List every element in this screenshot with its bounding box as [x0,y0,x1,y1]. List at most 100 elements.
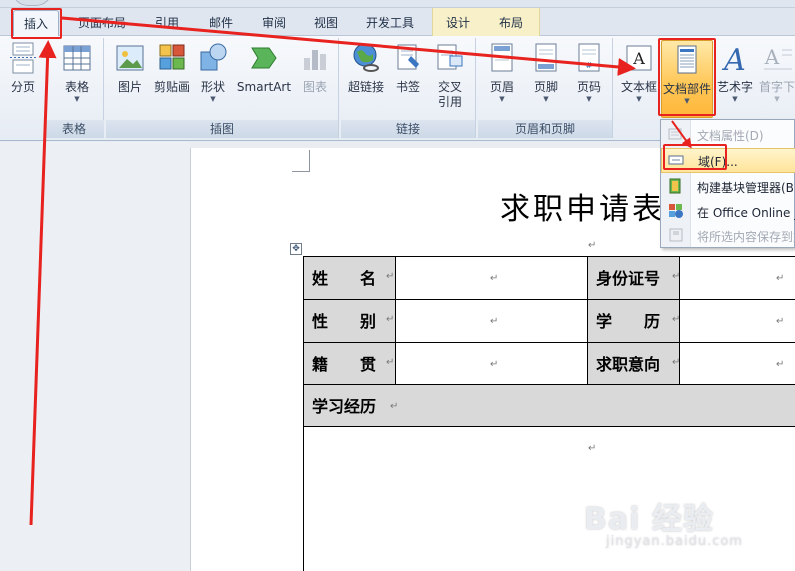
paragraph-mark: ↵ [588,240,597,251]
illustrations-group-label: 插图 [106,120,338,138]
tab-page-layout[interactable]: 页面布局 [70,13,134,33]
watermark-logo: Bai 经验 [584,502,714,537]
header-footer-group: 页眉 ▼ 页脚 ▼ # 页码 ▼ 页眉和页脚 [478,38,613,138]
table-cell-id-value[interactable]: ↵ [680,257,795,300]
header-label: 页眉 [489,80,514,94]
table-cell-origin-value[interactable]: ↵ [396,343,588,385]
page-break-label: 分页 [10,80,35,94]
cross-reference-label-line2: 引用 [437,95,462,109]
cross-reference-label-line1: 交叉 [437,80,462,94]
shapes-label: 形状 [200,80,225,94]
page-break-button[interactable]: 分页 [4,42,42,118]
header-footer-group-label: 页眉和页脚 [478,120,612,138]
wordart-dropdown-arrow[interactable]: ▼ [715,95,755,104]
table-cell-gender-value[interactable]: ↵ [396,300,588,343]
page-number-icon: # [574,42,604,74]
menu-item-label: 在 Office Online _ [697,206,795,220]
table-button[interactable]: 表格 ▼ [56,42,98,118]
table-label: 表格 [64,80,89,94]
shapes-icon [198,42,228,74]
drop-cap-label: 首字下 [758,80,795,94]
header-icon [487,42,517,74]
cross-reference-button[interactable]: 交叉 引用 [429,42,471,118]
watermark-url: jingyan.baidu.com [606,534,743,549]
save-selection-icon [668,227,684,243]
text-box-dropdown-arrow[interactable]: ▼ [618,95,660,104]
page-break-icon [8,42,38,74]
document-property-icon [668,126,684,142]
clip-art-label: 剪贴画 [153,80,190,94]
table-cell-job-value[interactable]: ↵ [680,343,795,385]
svg-text:A: A [764,45,780,69]
svg-text:#: # [586,61,593,70]
menu-item-label: 构建基块管理器(B) [697,181,795,195]
chart-icon [300,42,330,74]
id-number-label: 身份证号 [596,269,661,288]
office-button[interactable] [12,0,52,6]
ribbon-tabs: 插入 页面布局 引用 邮件 审阅 视图 开发工具 设计 布局 [0,8,795,36]
wordart-button[interactable]: A 艺术字 ▼ [715,42,755,118]
annotation-box-quick-parts [658,38,716,116]
native-place-label: 籍 贯 [312,355,377,374]
menu-item-save-selection[interactable]: 将所选内容保存到文 [661,223,795,248]
building-blocks-icon [668,178,684,194]
page-number-dropdown-arrow[interactable]: ▼ [569,95,609,104]
bookmark-icon [393,42,423,74]
table-cell-education-value[interactable]: ↵ [680,300,795,343]
footer-label: 页脚 [533,80,558,94]
table-cell-job-label: 求职意向 ↵ [588,343,680,385]
smartart-label: SmartArt [236,80,292,94]
table-group: 分页 表格 ▼ 表格 [0,38,104,138]
tab-mailings[interactable]: 邮件 [198,13,244,33]
footer-button[interactable]: 页脚 ▼ [526,42,566,118]
tab-references[interactable]: 引用 [144,13,190,33]
table-cell-name-label: 姓 名 ↵ [304,257,396,300]
bookmark-button[interactable]: 书签 [391,42,425,118]
header-button[interactable]: 页眉 ▼ [482,42,522,118]
table-move-handle-icon[interactable]: ✥ [290,243,302,255]
clip-art-icon [157,42,187,74]
office-online-icon [668,203,684,219]
picture-label: 图片 [117,80,142,94]
page-number-button[interactable]: # 页码 ▼ [569,42,609,118]
study-history-label: 学习经历 [312,397,377,416]
table-cell-education-label: 学 历 ↵ [588,300,680,343]
illustrations-group: 图片 剪贴画 形状 ▼ SmartArt 图表 插图 [106,38,339,138]
page-number-label: 页码 [576,80,601,94]
table-cell-id-label: 身份证号 ↵ [588,257,680,300]
footer-dropdown-arrow[interactable]: ▼ [526,95,566,104]
tab-review[interactable]: 审阅 [251,13,297,33]
menu-item-building-blocks-organizer[interactable]: 构建基块管理器(B) [661,174,795,199]
smartart-icon [249,42,279,74]
drop-cap-dropdown-arrow[interactable]: ▼ [757,95,795,104]
hyperlink-label: 超链接 [347,80,384,94]
tab-layout[interactable]: 布局 [488,13,534,33]
tab-developer[interactable]: 开发工具 [358,13,422,33]
header-dropdown-arrow[interactable]: ▼ [482,95,522,104]
tab-view[interactable]: 视图 [303,13,349,33]
hyperlink-button[interactable]: 超链接 [345,42,387,118]
table-icon [62,42,92,74]
drop-cap-icon: A [762,42,792,74]
table-cell-name-value[interactable]: ↵ [396,257,588,300]
shapes-button[interactable]: 形状 ▼ [196,42,230,118]
clip-art-button[interactable]: 剪贴画 [152,42,192,118]
bookmark-label: 书签 [395,80,420,94]
picture-button[interactable]: 图片 [112,42,148,118]
job-intention-label: 求职意向 [596,355,661,374]
tab-design[interactable]: 设计 [435,13,481,33]
document-margin [0,142,190,571]
text-box-button[interactable]: A 文本框 ▼ [618,42,660,118]
menu-item-office-online[interactable]: 在 Office Online _ [661,199,795,224]
name-label: 姓 名 [312,269,377,288]
annotation-box-insert-tab [11,8,62,39]
table-dropdown-arrow[interactable]: ▼ [56,95,98,104]
margin-corner-mark [292,150,310,172]
drop-cap-button[interactable]: A 首字下 ▼ [757,42,795,118]
baidu-jingyan-watermark: Bai 经验 jingyan.baidu.com [584,494,784,564]
shapes-dropdown-arrow[interactable]: ▼ [196,95,230,104]
chart-button[interactable]: 图表 [296,42,334,118]
table-group-label: 表格 [44,120,104,138]
table-cell-origin-label: 籍 贯 ↵ [304,343,396,385]
smartart-button[interactable]: SmartArt [236,42,292,118]
